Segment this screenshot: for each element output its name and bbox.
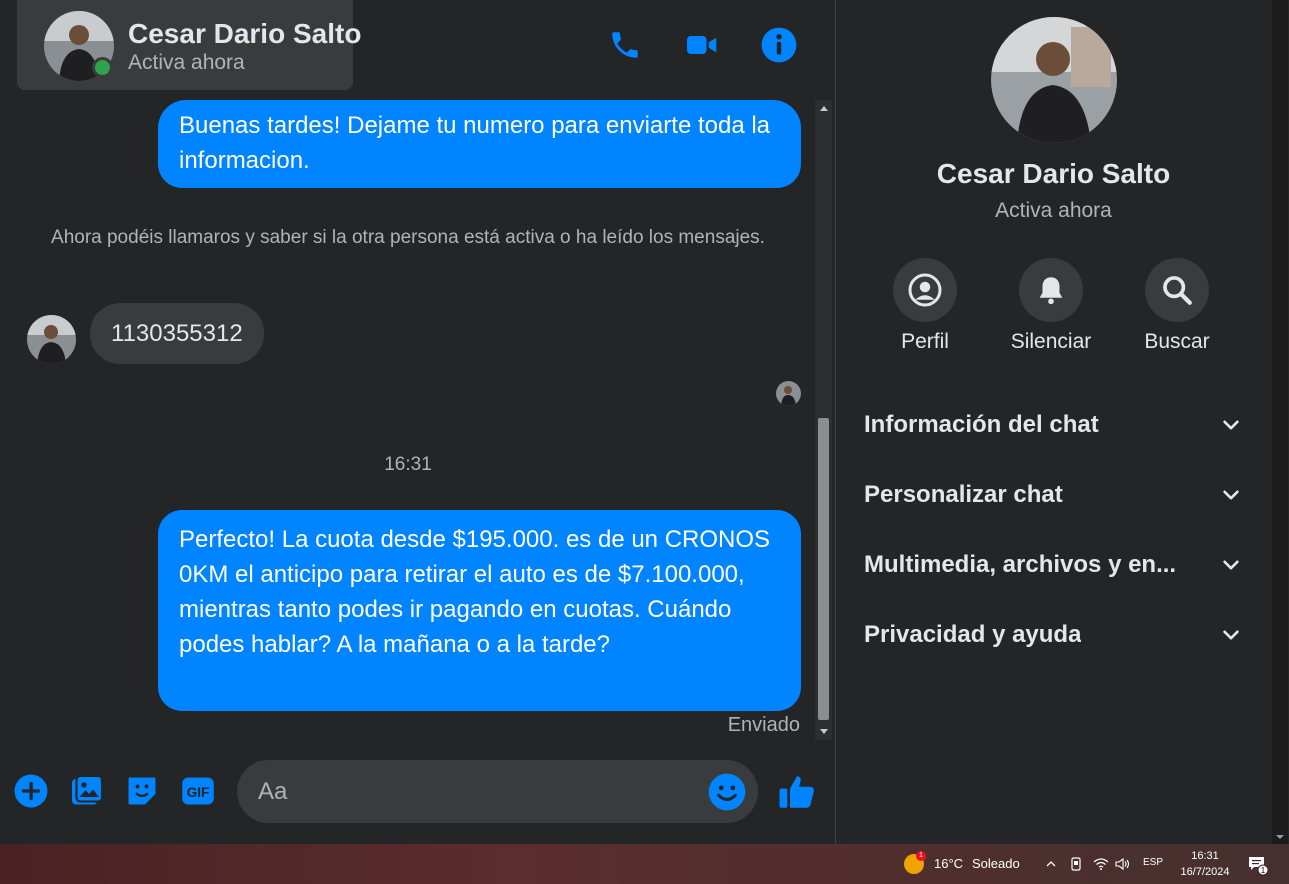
system-note: Ahora podéis llamaros y saber si la otra… [51,227,765,248]
more-actions-button[interactable] [12,772,50,810]
input-language[interactable]: ESP [1143,857,1163,868]
svg-text:GIF: GIF [187,785,210,800]
info-icon [761,27,797,63]
search-action-label: Buscar [1144,330,1210,353]
info-button[interactable] [759,25,799,65]
profile-name: Cesar Dario Salto [936,158,1171,189]
device-button[interactable] [1067,855,1085,873]
scroll-up-arrow[interactable] [815,100,832,117]
incoming-message[interactable]: 1130355312 [90,303,264,364]
phone-icon [612,32,638,58]
window-scrollbar[interactable] [1271,0,1289,844]
section-label: Información del chat [864,411,1099,438]
section-media-files[interactable]: Multimedia, archivos y en... [864,545,1242,585]
section-label: Multimedia, archivos y en... [864,551,1177,578]
phone-call-button[interactable] [605,25,645,65]
attach-photo-button[interactable] [68,772,106,810]
weather-badge: 1 [916,851,926,861]
section-privacy-help[interactable]: Privacidad y ayuda [864,615,1242,655]
weather-condition[interactable]: Soleado [972,856,1020,871]
chat-header[interactable]: Cesar Dario Salto Activa ahora [17,0,361,90]
message-scrollbar[interactable] [815,100,832,740]
search-icon [1163,276,1192,305]
chat-pane: Cesar Dario Salto Activa ahora Buenas ta… [0,0,835,844]
gif-icon: GIF [182,777,214,805]
outgoing-message[interactable]: Buenas tardes! Dejame tu numero para env… [158,100,801,188]
notifications-button[interactable]: 1 [1247,854,1269,876]
like-button[interactable] [776,771,818,813]
message-input[interactable] [237,760,758,823]
message-list[interactable]: Buenas tardes! Dejame tu numero para env… [0,100,814,745]
wifi-button[interactable] [1092,855,1110,873]
thumbs-up-icon [779,776,814,808]
gif-button[interactable]: GIF [179,772,217,810]
sticker-button[interactable] [123,772,161,810]
clock-date: 16/7/2024 [1180,866,1230,878]
search-action[interactable]: Buscar [1122,258,1232,354]
section-chat-info[interactable]: Información del chat [864,405,1242,445]
chevron-up-icon [1046,861,1056,867]
show-hidden-icons-button[interactable] [1042,855,1060,873]
device-icon [1071,857,1081,871]
scroll-down-arrow[interactable] [1275,832,1285,842]
time-separator: 16:31 [384,454,432,475]
notification-count: 1 [1261,866,1266,875]
section-label: Personalizar chat [864,481,1063,508]
sticker-icon [128,777,156,805]
conversation-info-panel: Cesar Dario Salto Activa ahora Perfil Si… [836,0,1271,844]
chevron-down-icon [1223,490,1239,500]
plus-circle-icon [14,774,48,808]
contact-status: Activa ahora [128,51,245,74]
bell-icon [1039,277,1063,305]
outgoing-message[interactable]: Perfecto! La cuota desde $195.000. es de… [158,510,801,711]
sender-avatar[interactable] [27,315,76,364]
contact-name[interactable]: Cesar Dario Salto [128,18,361,50]
scrollbar-thumb[interactable] [818,418,829,720]
profile-action-label: Perfil [901,330,949,353]
scroll-down-arrow[interactable] [815,723,832,740]
wifi-icon [1093,858,1109,870]
volume-button[interactable] [1114,855,1132,873]
seen-indicator-avatar [776,381,801,406]
weather-temperature[interactable]: 16°C [934,856,963,871]
sent-status: Enviado [727,714,800,736]
emoji-button[interactable] [707,772,747,812]
chevron-down-icon [1223,420,1239,430]
speaker-icon [1115,857,1130,871]
section-label: Privacidad y ayuda [864,621,1082,648]
video-call-button[interactable] [682,25,722,65]
notification-icon: 1 [1249,857,1269,876]
clock[interactable]: 16:31 16/7/2024 [1175,848,1235,880]
mute-action[interactable]: Silenciar [996,258,1106,354]
video-camera-icon [687,36,717,54]
online-status-dot [92,57,113,78]
smiley-icon [708,773,746,811]
chevron-down-icon [1223,630,1239,640]
profile-action[interactable]: Perfil [870,258,980,354]
photo-gallery-icon [72,774,104,805]
mute-action-label: Silenciar [1010,330,1092,353]
clock-time: 16:31 [1191,850,1219,862]
profile-status: Activa ahora [995,199,1112,222]
messenger-window: Cesar Dario Salto Activa ahora Buenas ta… [0,0,1289,844]
chevron-down-icon [1223,560,1239,570]
section-customize-chat[interactable]: Personalizar chat [864,475,1242,515]
windows-taskbar: 1 16°C Soleado ESP 16:31 16/7/2024 1 [0,844,1289,884]
profile-icon [908,273,942,307]
profile-picture[interactable] [991,17,1117,143]
